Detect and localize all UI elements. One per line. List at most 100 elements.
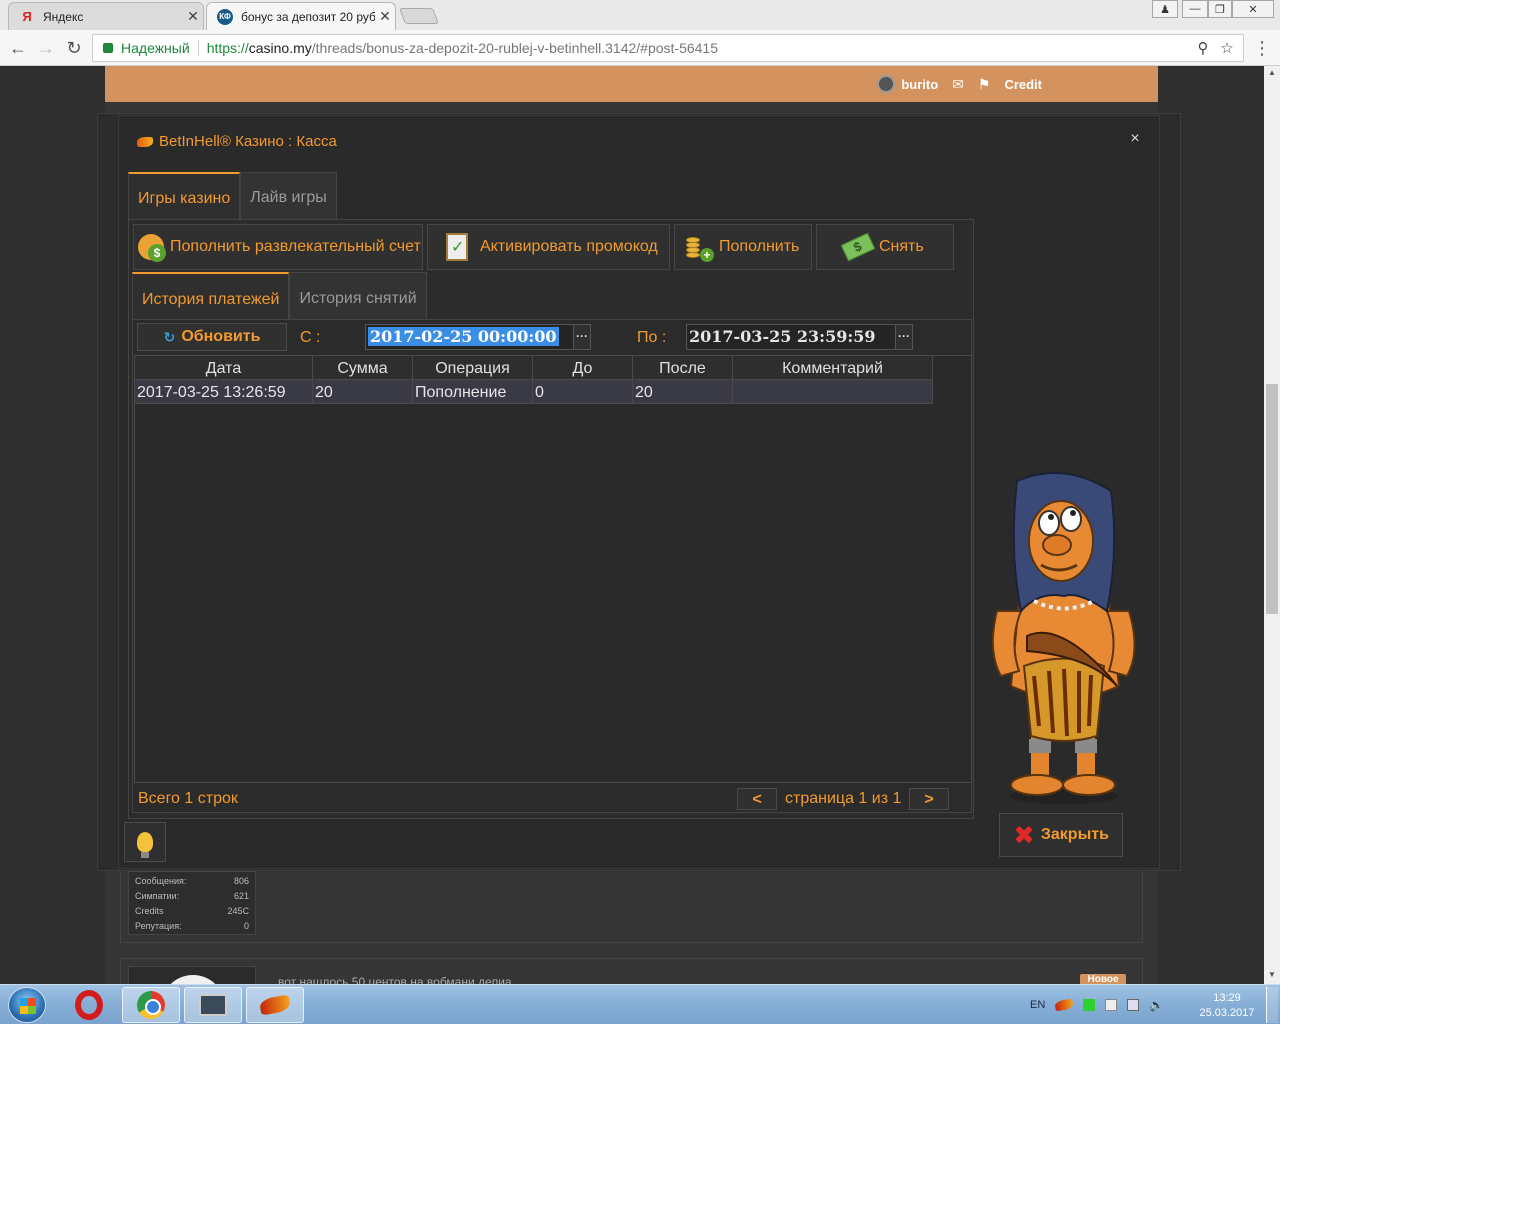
column-header[interactable]: Комментарий <box>733 356 933 380</box>
forum-header-bar: burito ✉ ⚑ Credit <box>105 66 1158 102</box>
minimize-icon[interactable]: — <box>1182 0 1208 18</box>
green-status-icon[interactable] <box>1083 999 1096 1011</box>
refresh-icon: ↻ <box>163 328 176 345</box>
username: burito <box>901 76 939 92</box>
to-date-picker-button[interactable]: ··· <box>895 324 913 350</box>
network-icon[interactable] <box>1127 999 1140 1011</box>
post-snippet: вот нашлось 50 центов на вобмани депиа <box>278 975 512 984</box>
column-header[interactable]: До <box>533 356 633 380</box>
clock[interactable]: 13:29 25.03.2017 <box>1192 991 1262 1021</box>
column-header[interactable]: Операция <box>413 356 533 380</box>
history-panel: ↻ Обновить С : 2017-02-25 00:00:00 ··· П… <box>132 319 972 813</box>
table-header: Дата Сумма Операция До После Комментарий <box>135 356 933 380</box>
cashier-panel: Пополнить развлекательный счет Активиров… <box>128 219 974 819</box>
payments-table: Дата Сумма Операция До После Комментарий… <box>134 355 972 783</box>
hint-button[interactable] <box>124 822 166 862</box>
refresh-button[interactable]: ↻ Обновить <box>137 323 287 351</box>
zoom-icon[interactable]: ⚲ <box>1193 39 1213 59</box>
history-tabs: История платежей История снятий <box>132 272 427 320</box>
column-header[interactable]: Дата <box>135 356 313 380</box>
credit-link[interactable]: Credit <box>1004 77 1042 92</box>
cell-before: 0 <box>533 380 633 404</box>
screen: Я Яндекс ✕ КФ бонус за депозит 20 руб ✕ … <box>0 0 1280 1024</box>
lock-icon <box>103 43 113 53</box>
dialog-close-icon[interactable]: × <box>1127 130 1143 150</box>
action-buttons: Пополнить развлекательный счет Активиров… <box>133 224 954 270</box>
user-menu[interactable]: burito <box>877 75 938 93</box>
show-desktop-button[interactable] <box>1266 987 1278 1023</box>
table-row[interactable]: 2017-03-25 13:26:59 20 Пополнение 0 20 <box>135 380 933 404</box>
caveman-mascot <box>991 472 1136 804</box>
from-date-input[interactable]: 2017-02-25 00:00:00 <box>365 324 575 350</box>
reload-icon[interactable]: ↻ <box>62 36 86 60</box>
scroll-down-icon[interactable]: ▼ <box>1264 968 1280 982</box>
scroll-up-icon[interactable]: ▲ <box>1264 66 1280 80</box>
cell-operation: Пополнение <box>413 380 533 404</box>
volume-icon[interactable]: 🔈 <box>1149 999 1164 1011</box>
tab-live-games[interactable]: Лайв игры <box>240 172 337 220</box>
taskbar-chrome[interactable] <box>122 987 180 1023</box>
page-indicator: страница 1 из 1 <box>785 790 902 807</box>
betinhell-icon <box>258 994 292 1016</box>
opera-icon <box>75 990 103 1020</box>
activate-promo-button[interactable]: Активировать промокод <box>427 224 670 270</box>
deposit-fun-button[interactable]: Пополнить развлекательный счет <box>133 224 423 270</box>
taskbar-betinhell[interactable] <box>246 987 304 1023</box>
tab-close-icon[interactable]: ✕ <box>183 8 203 25</box>
column-header[interactable]: После <box>633 356 733 380</box>
flag-alert-icon[interactable] <box>1105 999 1118 1011</box>
flag-icon[interactable]: ⚑ <box>978 76 991 93</box>
page-scrollbar[interactable]: ▲ ▼ <box>1264 66 1280 984</box>
taskbar-opera[interactable] <box>60 987 118 1023</box>
table-footer: Всего 1 строк < страница 1 из 1 > <box>133 784 973 814</box>
profile-icon[interactable]: ♟ <box>1152 0 1178 18</box>
withdraw-button[interactable]: Снять <box>816 224 954 270</box>
post-container <box>120 958 1143 984</box>
tab-close-icon[interactable]: ✕ <box>375 8 395 25</box>
monitor-icon <box>199 994 227 1016</box>
prev-page-button[interactable]: < <box>737 788 777 810</box>
user-stats: Сообщения: 806 Симпатии: 621 Credits 245C Р… <box>128 871 256 935</box>
mail-icon[interactable]: ✉ <box>952 76 964 93</box>
address-bar[interactable]: Надежный https://casino.my/threads/bonus… <box>92 34 1244 62</box>
total-rows: Всего 1 строк <box>138 790 238 807</box>
tab-forum[interactable]: КФ бонус за депозит 20 руб ✕ <box>206 2 396 30</box>
lightbulb-icon <box>137 832 153 858</box>
menu-icon[interactable]: ⋮ <box>1250 36 1274 60</box>
from-date-picker-button[interactable]: ··· <box>573 324 591 350</box>
browser-toolbar: ← → ↻ Надежный https://casino.my/threads… <box>0 30 1280 66</box>
taskbar-app[interactable] <box>184 987 242 1023</box>
system-tray: EN 🔈 <box>1030 985 1164 1024</box>
tab-withdrawal-history[interactable]: История снятий <box>289 272 427 320</box>
tab-casino-games[interactable]: Игры казино <box>128 172 241 220</box>
tab-title: бонус за депозит 20 руб <box>241 9 375 24</box>
cell-after: 20 <box>633 380 733 404</box>
windows-taskbar: EN 🔈 13:29 25.03.2017 <box>0 984 1280 1024</box>
window-close-icon[interactable]: ✕ <box>1232 0 1274 18</box>
tab-title: Яндекс <box>43 9 84 24</box>
to-date-input[interactable]: 2017-03-25 23:59:59 <box>686 324 898 350</box>
next-page-button[interactable]: > <box>909 788 949 810</box>
deposit-button[interactable]: + Пополнить <box>674 224 812 270</box>
column-header[interactable]: Сумма <box>313 356 413 380</box>
close-button[interactable]: ✖ Закрыть <box>999 813 1123 857</box>
back-icon[interactable]: ← <box>6 36 30 60</box>
clipboard-check-icon <box>442 232 472 262</box>
betinhell-tray-icon[interactable] <box>1054 998 1075 1012</box>
close-x-icon: ✖ <box>1013 820 1035 850</box>
secure-label: Надежный <box>121 40 190 56</box>
language-indicator[interactable]: EN <box>1030 999 1045 1011</box>
scroll-thumb[interactable] <box>1266 384 1278 614</box>
tab-yandex[interactable]: Я Яндекс ✕ <box>8 2 204 30</box>
avatar[interactable] <box>128 966 256 984</box>
new-badge: Новое <box>1080 974 1126 984</box>
start-button[interactable] <box>8 987 46 1023</box>
forward-icon[interactable]: → <box>34 36 58 60</box>
bookmark-star-icon[interactable]: ☆ <box>1217 39 1237 59</box>
cashier-dialog: BetInHell® Казино : Касса × Игры казино … <box>118 115 1160 869</box>
new-tab-button[interactable] <box>399 8 439 24</box>
cash-icon <box>840 232 876 262</box>
restore-icon[interactable]: ❐ <box>1208 0 1232 18</box>
tab-payment-history[interactable]: История платежей <box>132 272 290 320</box>
yandex-favicon-icon: Я <box>22 9 32 24</box>
